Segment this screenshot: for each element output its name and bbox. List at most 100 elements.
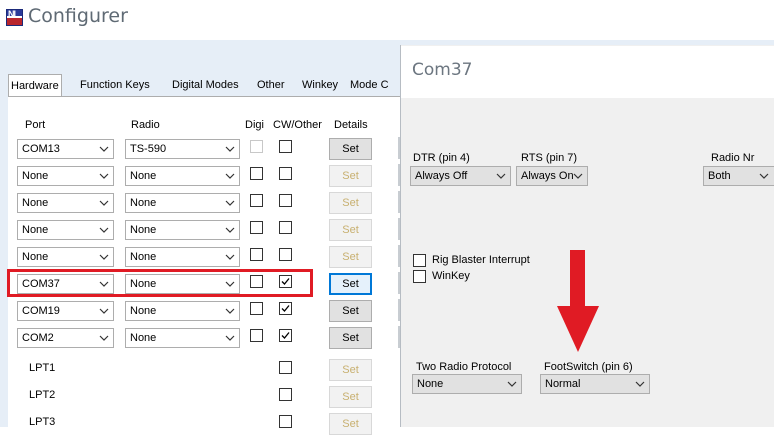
column-header-port: Port bbox=[25, 119, 46, 131]
footswitch-label: FootSwitch (pin 6) bbox=[544, 361, 633, 373]
radio-value: None bbox=[130, 332, 157, 344]
row-highlight-annotation bbox=[7, 269, 313, 297]
radio-value: None bbox=[130, 305, 157, 317]
port-value: COM2 bbox=[22, 332, 54, 344]
port-value: None bbox=[22, 224, 49, 236]
dtr-select[interactable]: Always Off bbox=[410, 166, 511, 186]
chevron-down-icon bbox=[225, 173, 235, 179]
tab-mode-c[interactable]: Mode C bbox=[350, 76, 389, 95]
lpt-port-label: LPT3 bbox=[29, 416, 56, 428]
chevron-down-icon bbox=[507, 381, 517, 387]
radio-select[interactable]: None bbox=[125, 301, 240, 321]
digi-checkbox[interactable] bbox=[250, 248, 263, 261]
tab-digital-modes[interactable]: Digital Modes bbox=[172, 76, 239, 95]
digi-checkbox[interactable] bbox=[250, 194, 263, 207]
digi-checkbox[interactable] bbox=[250, 167, 263, 180]
digi-checkbox[interactable] bbox=[250, 221, 263, 234]
chevron-down-icon bbox=[99, 146, 109, 152]
radio-select[interactable]: None bbox=[125, 220, 240, 240]
digi-checkbox[interactable] bbox=[250, 302, 263, 315]
chevron-down-icon bbox=[99, 335, 109, 341]
footswitch-select[interactable]: Normal bbox=[540, 374, 650, 394]
cw-other-checkbox[interactable] bbox=[279, 221, 292, 234]
port-select[interactable]: None bbox=[17, 166, 114, 186]
cw-other-checkbox[interactable] bbox=[279, 361, 292, 374]
chevron-down-icon bbox=[225, 335, 235, 341]
chevron-down-icon bbox=[99, 173, 109, 179]
set-button[interactable]: Set bbox=[329, 359, 372, 381]
chevron-down-icon bbox=[99, 254, 109, 260]
radio-nr-label: Radio Nr bbox=[711, 152, 755, 164]
set-button[interactable]: Set bbox=[329, 300, 372, 322]
footswitch-value: Normal bbox=[545, 378, 581, 390]
cw-other-checkbox[interactable] bbox=[279, 329, 292, 342]
tab-function-keys[interactable]: Function Keys bbox=[80, 76, 150, 95]
set-button[interactable]: Set bbox=[329, 246, 372, 268]
radio-select[interactable]: None bbox=[125, 247, 240, 267]
cw-other-checkbox[interactable] bbox=[279, 194, 292, 207]
cw-other-checkbox[interactable] bbox=[279, 302, 292, 315]
rig-blaster-label: Rig Blaster Interrupt bbox=[432, 254, 530, 266]
cw-other-checkbox[interactable] bbox=[279, 388, 292, 401]
chevron-down-icon bbox=[225, 308, 235, 314]
app-title: Configurer bbox=[28, 5, 128, 27]
port-value: None bbox=[22, 170, 49, 182]
port-select[interactable]: None bbox=[17, 193, 114, 213]
set-button[interactable]: Set bbox=[329, 165, 372, 187]
radio-select[interactable]: TS-590 bbox=[125, 139, 240, 159]
tab-winkey[interactable]: Winkey bbox=[302, 76, 338, 95]
dtr-label: DTR (pin 4) bbox=[413, 152, 470, 164]
radio-value: None bbox=[130, 170, 157, 182]
cw-other-checkbox[interactable] bbox=[279, 415, 292, 428]
two-radio-protocol-label: Two Radio Protocol bbox=[416, 361, 512, 373]
set-button[interactable]: Set bbox=[329, 219, 372, 241]
column-header-radio: Radio bbox=[131, 119, 160, 131]
radio-value: None bbox=[130, 224, 157, 236]
port-select[interactable]: COM2 bbox=[17, 328, 114, 348]
digi-checkbox[interactable] bbox=[250, 329, 263, 342]
set-button[interactable]: Set bbox=[329, 413, 372, 435]
dialog-title: Com37 bbox=[412, 60, 473, 80]
lpt-port-label: LPT1 bbox=[29, 362, 56, 374]
chevron-down-icon bbox=[225, 146, 235, 152]
port-select[interactable]: COM19 bbox=[17, 301, 114, 321]
chevron-down-icon bbox=[225, 227, 235, 233]
radio-select[interactable]: None bbox=[125, 193, 240, 213]
chevron-down-icon bbox=[759, 173, 769, 179]
lpt-port-label: LPT2 bbox=[29, 389, 56, 401]
set-button[interactable]: Set bbox=[329, 386, 372, 408]
chevron-down-icon bbox=[225, 254, 235, 260]
red-arrow-annotation bbox=[557, 250, 599, 352]
two-radio-protocol-select[interactable]: None bbox=[412, 374, 522, 394]
radio-value: None bbox=[130, 197, 157, 209]
rts-label: RTS (pin 7) bbox=[521, 152, 578, 164]
port-select[interactable]: COM13 bbox=[17, 139, 114, 159]
set-button[interactable]: Set bbox=[329, 192, 372, 214]
port-value: None bbox=[22, 197, 49, 209]
cw-other-checkbox[interactable] bbox=[279, 140, 292, 153]
winkey-checkbox[interactable] bbox=[413, 270, 426, 283]
radio-select[interactable]: None bbox=[125, 328, 240, 348]
port-value: COM19 bbox=[22, 305, 60, 317]
set-button[interactable]: Set bbox=[329, 138, 372, 160]
radio-value: None bbox=[130, 251, 157, 263]
rig-blaster-checkbox[interactable] bbox=[413, 254, 426, 267]
chevron-down-icon bbox=[496, 173, 506, 179]
chevron-down-icon bbox=[99, 200, 109, 206]
rts-select[interactable]: Always On bbox=[516, 166, 588, 186]
set-button[interactable]: Set bbox=[329, 327, 372, 349]
column-header-digi: Digi bbox=[245, 119, 264, 131]
radio-nr-select[interactable]: Both bbox=[703, 166, 774, 186]
tab-hardware[interactable]: Hardware bbox=[8, 74, 62, 97]
port-select[interactable]: None bbox=[17, 220, 114, 240]
dtr-value: Always Off bbox=[415, 170, 468, 182]
cw-other-checkbox[interactable] bbox=[279, 167, 292, 180]
radio-select[interactable]: None bbox=[125, 166, 240, 186]
chevron-down-icon bbox=[225, 200, 235, 206]
column-header-cw-other: CW/Other bbox=[273, 119, 322, 131]
port-value: None bbox=[22, 251, 49, 263]
set-button[interactable]: Set bbox=[329, 273, 372, 295]
tab-other[interactable]: Other bbox=[257, 76, 285, 95]
cw-other-checkbox[interactable] bbox=[279, 248, 292, 261]
port-select[interactable]: None bbox=[17, 247, 114, 267]
